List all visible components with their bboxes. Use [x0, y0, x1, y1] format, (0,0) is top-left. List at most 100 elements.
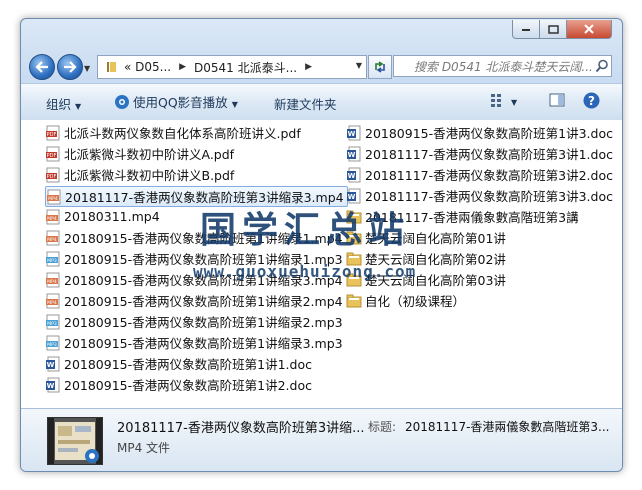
- file-name: 20180915-香港两仪象数高阶班第1讲缩录3.mp3: [64, 336, 343, 351]
- organize-label: 组织: [46, 97, 72, 112]
- file-name: 20180915-香港两仪象数高阶班第1讲2.doc: [64, 378, 312, 393]
- arrow-right-icon: [64, 61, 77, 73]
- breadcrumb-root[interactable]: « D05...: [124, 60, 171, 74]
- svg-text:?: ?: [588, 94, 595, 108]
- svg-text:MP4: MP4: [47, 300, 57, 306]
- svg-text:PDF: PDF: [47, 153, 57, 159]
- new-folder-button[interactable]: 新建文件夹: [274, 94, 337, 113]
- preview-pane-button[interactable]: [549, 92, 565, 111]
- svg-text:W: W: [348, 172, 356, 180]
- file-item[interactable]: MP3 20180915-香港两仪象数高阶班第1讲缩录2.mp3: [45, 312, 343, 331]
- watermark-url: www.guoxuehuizong.com: [193, 262, 417, 281]
- pdf-file-icon: PDF: [46, 167, 60, 182]
- svg-text:W: W: [348, 151, 356, 159]
- details-pane: 20181117-香港两仪象数高阶班第3讲缩... MP4 文件 标题: 201…: [21, 408, 622, 471]
- close-icon: [584, 24, 594, 34]
- search-icon[interactable]: [595, 59, 609, 73]
- file-name: 北派斗数两仪象数自化体系高阶班讲义.pdf: [64, 126, 301, 141]
- svg-text:W: W: [47, 361, 55, 369]
- view-list-icon: [491, 94, 501, 107]
- minimize-button[interactable]: [512, 20, 540, 39]
- maximize-button[interactable]: [539, 20, 567, 39]
- breadcrumb-current[interactable]: D0541 北派泰斗...: [194, 59, 297, 76]
- address-chevron-down-icon[interactable]: ▼: [356, 61, 362, 70]
- minimize-icon: [522, 29, 530, 31]
- title-bar: [21, 19, 622, 49]
- file-name: 20180915-香港两仪象数高阶班第1讲缩录2.mp4: [64, 294, 343, 309]
- svg-text:W: W: [348, 130, 356, 138]
- word-doc-icon: W: [46, 377, 60, 392]
- pdf-file-icon: PDF: [46, 125, 60, 140]
- file-item[interactable]: W 20181117-香港两仪象数高阶班第3讲2.doc: [346, 165, 613, 184]
- mp3-file-icon: MP3: [46, 314, 60, 329]
- qqplayer-icon: [115, 95, 129, 109]
- svg-text:MP4: MP4: [47, 216, 57, 222]
- file-name: 20180311.mp4: [64, 209, 160, 224]
- file-item[interactable]: MP3 20180915-香港两仪象数高阶班第1讲缩录3.mp3: [45, 333, 343, 352]
- address-bar[interactable]: « D05... ▶ D0541 北派泰斗... ▶ ▼: [97, 55, 367, 79]
- mp3-file-icon: MP3: [46, 251, 60, 266]
- search-input[interactable]: 搜索 D0541 北派泰斗楚天云阔...: [393, 55, 612, 77]
- mp4-file-icon: MP4: [46, 209, 60, 224]
- title-property-value[interactable]: 20181117-香港兩儀象數高階班第3...: [405, 418, 610, 435]
- refresh-icon: [375, 61, 385, 73]
- file-item[interactable]: W 20180915-香港两仪象数高阶班第1讲1.doc: [45, 354, 312, 373]
- arrow-left-icon: [35, 61, 48, 73]
- file-item[interactable]: PDF 北派斗数两仪象数自化体系高阶班讲义.pdf: [45, 123, 301, 142]
- word-doc-icon: W: [347, 146, 361, 161]
- title-property-label: 标题:: [368, 420, 397, 434]
- breadcrumb-separator-icon[interactable]: ▶: [179, 62, 186, 72]
- file-item[interactable]: PDF 北派紫微斗数初中阶讲义B.pdf: [45, 165, 234, 184]
- video-thumbnail: [47, 417, 103, 465]
- file-item[interactable]: W 20180915-香港两仪象数高阶班第1讲3.doc: [346, 123, 613, 142]
- pdf-file-icon: PDF: [46, 146, 60, 161]
- folder-item[interactable]: 自化（初级课程）: [346, 291, 465, 310]
- chevron-down-icon: ▼: [231, 100, 238, 109]
- word-doc-icon: W: [46, 356, 60, 371]
- qqplayer-label: 使用QQ影音播放: [133, 95, 228, 110]
- help-button[interactable]: ?: [583, 92, 600, 112]
- mp3-file-icon: MP3: [46, 335, 60, 350]
- file-item[interactable]: W 20180915-香港两仪象数高阶班第1讲2.doc: [45, 375, 312, 394]
- svg-text:MP4: MP4: [47, 279, 57, 285]
- watermark-logo: 国学汇总站: [200, 210, 411, 251]
- mp4-file-icon: MP4: [46, 272, 60, 287]
- file-name: 北派紫微斗数初中阶讲义B.pdf: [64, 168, 235, 183]
- command-bar: 组织 ▼ 使用QQ影音播放 ▼ 新建文件夹 ▼ ?: [21, 83, 622, 121]
- selected-file-type: MP4 文件: [117, 441, 171, 455]
- mp4-file-icon: MP4: [47, 189, 61, 204]
- close-button[interactable]: [566, 20, 612, 39]
- svg-text:W: W: [348, 193, 356, 201]
- folder-icon: [346, 294, 362, 307]
- address-row: ▼ « D05... ▶ D0541 北派泰斗... ▶ ▼ 搜索 D0541 …: [21, 50, 622, 80]
- view-options-button[interactable]: ▼: [491, 93, 517, 108]
- word-doc-icon: W: [347, 167, 361, 182]
- refresh-button[interactable]: [368, 55, 392, 79]
- file-item[interactable]: MP4 20180311.mp4: [45, 207, 160, 226]
- word-doc-icon: W: [347, 125, 361, 140]
- file-name: 20181117-香港两仪象数高阶班第3讲2.doc: [365, 168, 613, 183]
- breadcrumb-separator-icon[interactable]: ▶: [305, 62, 312, 72]
- back-button[interactable]: [29, 54, 55, 80]
- svg-text:MP3: MP3: [47, 258, 57, 264]
- file-name: 北派紫微斗数初中阶讲义A.pdf: [64, 147, 235, 162]
- svg-text:PDF: PDF: [47, 132, 57, 138]
- recent-pages-chevron-down-icon[interactable]: ▼: [84, 64, 90, 73]
- file-item[interactable]: W 20181117-香港两仪象数高阶班第3讲1.doc: [346, 144, 613, 163]
- organize-menu[interactable]: 组织 ▼: [46, 94, 81, 113]
- file-item[interactable]: MP4 20180915-香港两仪象数高阶班第1讲缩录2.mp4: [45, 291, 343, 310]
- file-item[interactable]: PDF 北派紫微斗数初中阶讲义A.pdf: [45, 144, 234, 163]
- file-name: 20180915-香港两仪象数高阶班第1讲1.doc: [64, 357, 312, 372]
- svg-text:MP3: MP3: [47, 321, 57, 327]
- svg-text:MP4: MP4: [48, 196, 58, 202]
- folder-icon: [107, 62, 116, 72]
- file-name: 20181117-香港两仪象数高阶班第3讲1.doc: [365, 147, 613, 162]
- svg-text:PDF: PDF: [47, 174, 57, 180]
- svg-text:MP3: MP3: [47, 342, 57, 348]
- forward-button[interactable]: [57, 54, 83, 80]
- svg-text:MP4: MP4: [47, 237, 57, 243]
- chevron-down-icon: ▼: [75, 102, 82, 111]
- qqplayer-button[interactable]: 使用QQ影音播放 ▼: [114, 92, 238, 111]
- selected-file-name: 20181117-香港两仪象数高阶班第3讲缩...: [117, 421, 365, 436]
- file-name: 自化（初级课程）: [365, 294, 466, 309]
